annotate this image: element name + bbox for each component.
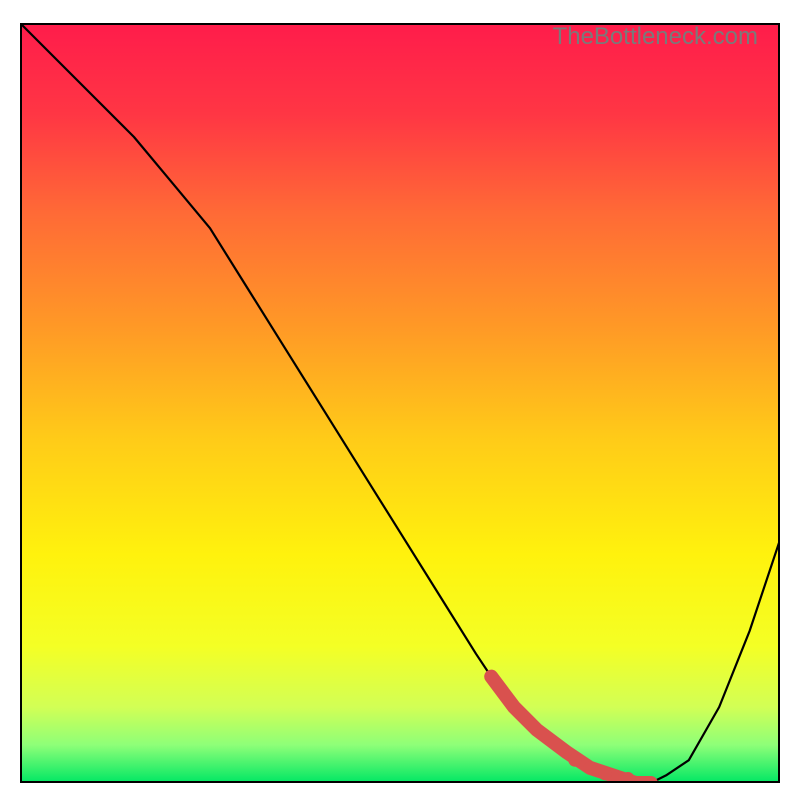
watermark-text: TheBottleneck.com [553, 23, 758, 51]
plot-area [20, 23, 780, 783]
chart-border [20, 23, 780, 783]
chart-frame: TheBottleneck.com [20, 23, 780, 783]
